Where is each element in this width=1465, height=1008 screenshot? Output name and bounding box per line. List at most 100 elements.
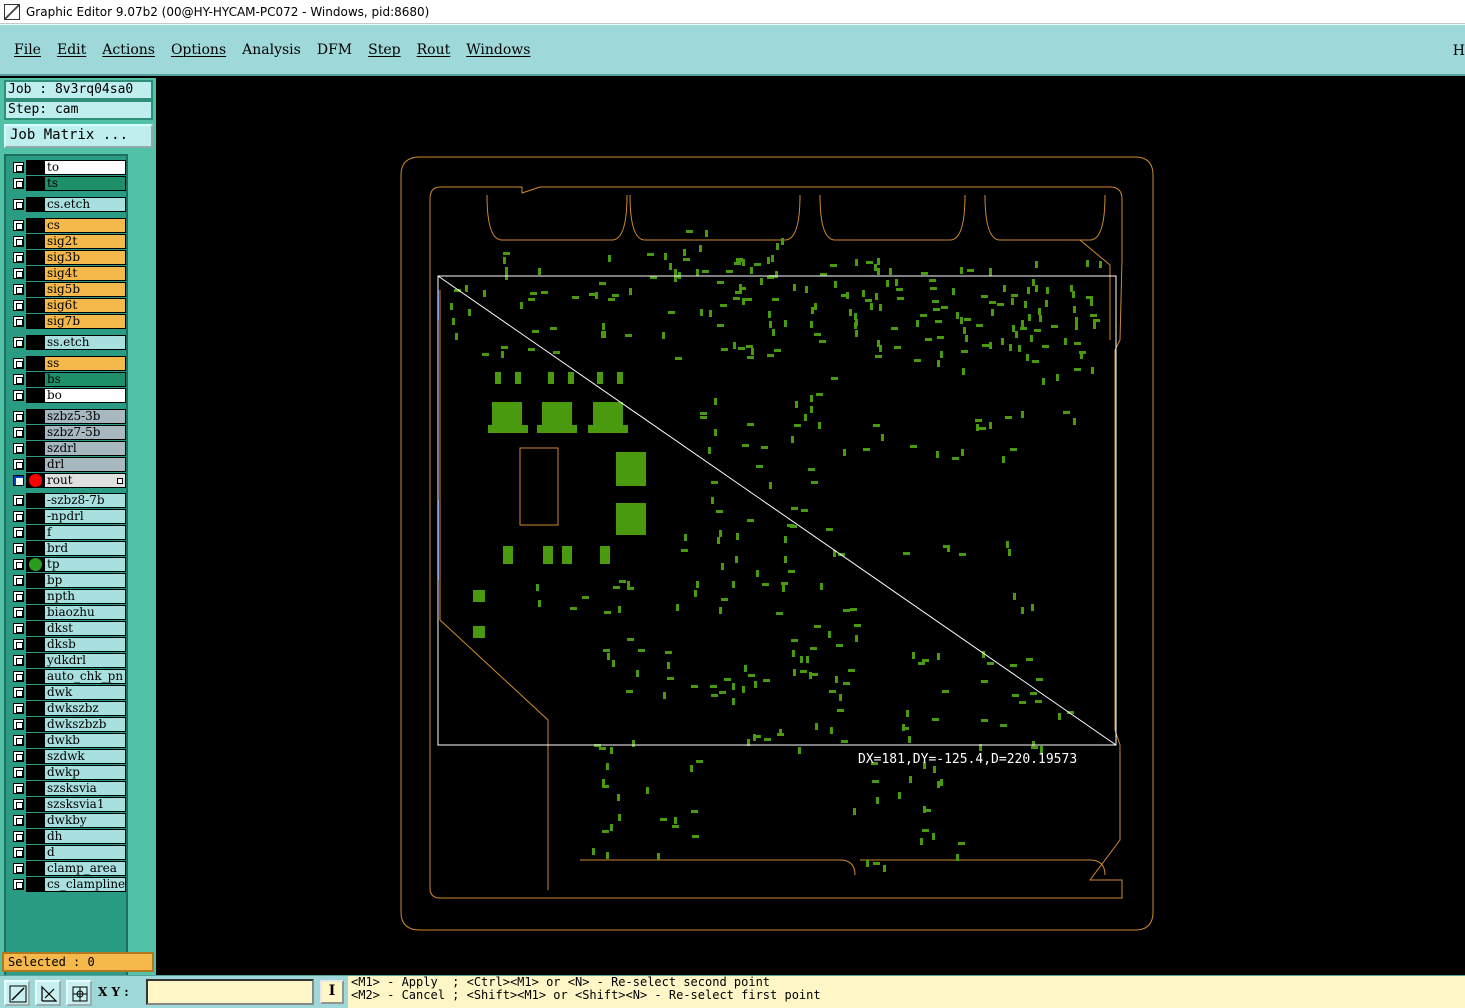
layer-name[interactable]: dksb [44, 637, 126, 652]
layer-name[interactable]: dkst [44, 621, 126, 636]
layer-color-swatch[interactable] [26, 197, 44, 212]
layer-row-dh[interactable]: dh [8, 829, 128, 844]
layer-row-dwkp[interactable]: dwkp [8, 765, 128, 780]
layer-color-swatch[interactable] [26, 573, 44, 588]
layer-checkbox[interactable] [13, 879, 24, 890]
layer-checkbox[interactable] [13, 316, 24, 327]
layer-color-swatch[interactable] [26, 861, 44, 876]
layer-name[interactable]: dh [44, 829, 126, 844]
layer-color-swatch[interactable] [26, 218, 44, 233]
layer-checkbox[interactable] [13, 252, 24, 263]
menu-analysis[interactable]: Analysis [234, 42, 309, 58]
layer-color-swatch[interactable] [26, 877, 44, 892]
layer-checkbox[interactable] [13, 511, 24, 522]
layer-row-d[interactable]: d [8, 845, 128, 860]
layer-row-clamp-area[interactable]: clamp_area [8, 861, 128, 876]
menu-step[interactable]: Step [360, 42, 408, 58]
menu-edit[interactable]: Edit [49, 42, 94, 58]
menu-help[interactable]: H [1453, 43, 1465, 59]
layer-row-ss-etch[interactable]: ss.etch [8, 335, 128, 350]
layer-color-swatch[interactable] [26, 234, 44, 249]
layer-name[interactable]: dwkszbz [44, 701, 126, 716]
layer-color-swatch[interactable] [26, 425, 44, 440]
layer-color-swatch[interactable] [26, 509, 44, 524]
layer-row-sig6t[interactable]: sig6t [8, 298, 128, 313]
layer-name[interactable]: cs [44, 218, 126, 233]
layer-checkbox[interactable] [13, 411, 24, 422]
layer-color-swatch[interactable] [26, 589, 44, 604]
layer-checkbox[interactable] [13, 815, 24, 826]
layer-color-swatch[interactable] [26, 541, 44, 556]
layer-name[interactable]: rout [44, 473, 126, 488]
layer-checkbox[interactable] [13, 799, 24, 810]
layer-row-dwkb[interactable]: dwkb [8, 733, 128, 748]
layer-checkbox[interactable] [13, 735, 24, 746]
layer-checkbox[interactable] [13, 783, 24, 794]
layer-name[interactable]: sig6t [44, 298, 126, 313]
layer-row-sig2t[interactable]: sig2t [8, 234, 128, 249]
layer-name[interactable]: -npdrl [44, 509, 126, 524]
xy-coordinate-input[interactable] [146, 979, 314, 1005]
layer-row-auto-chk-pn[interactable]: auto_chk_pn [8, 669, 128, 684]
layer-name[interactable]: ydkdrl [44, 653, 126, 668]
layer-row-dwkby[interactable]: dwkby [8, 813, 128, 828]
layer-name[interactable]: dwk [44, 685, 126, 700]
layer-color-swatch[interactable] [26, 298, 44, 313]
layer-checkbox[interactable] [13, 162, 24, 173]
layer-checkbox[interactable] [13, 427, 24, 438]
layer-row-dwkszbzb[interactable]: dwkszbzb [8, 717, 128, 732]
layer-color-swatch[interactable] [26, 653, 44, 668]
layer-name[interactable]: brd [44, 541, 126, 556]
layer-checkbox[interactable] [13, 495, 24, 506]
menu-actions[interactable]: Actions [94, 42, 163, 58]
layer-color-swatch[interactable] [26, 457, 44, 472]
layer-name[interactable]: cs.etch [44, 197, 126, 212]
layer-name[interactable]: sig4t [44, 266, 126, 281]
layer-row-bp[interactable]: bp [8, 573, 128, 588]
layer-color-swatch[interactable] [26, 282, 44, 297]
layer-name[interactable]: auto_chk_pn [44, 669, 126, 684]
layer-color-swatch[interactable] [26, 250, 44, 265]
layer-name[interactable]: dwkb [44, 733, 126, 748]
layer-name[interactable]: ss.etch [44, 335, 126, 350]
layer-color-swatch[interactable] [26, 621, 44, 636]
layer-checkbox[interactable] [13, 527, 24, 538]
layer-checkbox[interactable] [13, 475, 24, 486]
layer-checkbox[interactable] [13, 559, 24, 570]
layer-name[interactable]: szdwk [44, 749, 126, 764]
layer-color-swatch[interactable] [26, 493, 44, 508]
layer-name[interactable]: biaozhu [44, 605, 126, 620]
layer-name[interactable]: szsksvia [44, 781, 126, 796]
layer-color-swatch[interactable] [26, 605, 44, 620]
layer-checkbox[interactable] [13, 719, 24, 730]
layer-name[interactable]: cs_clampline [44, 877, 126, 892]
layer-color-swatch[interactable] [26, 409, 44, 424]
layer-color-swatch[interactable] [26, 314, 44, 329]
layer-checkbox[interactable] [13, 703, 24, 714]
layer-checkbox[interactable] [13, 655, 24, 666]
layer-color-swatch[interactable] [26, 372, 44, 387]
layer-name[interactable]: dwkp [44, 765, 126, 780]
layer-name[interactable]: szbz5-3b [44, 409, 126, 424]
layer-color-swatch[interactable] [26, 797, 44, 812]
layer-row-dwkszbz[interactable]: dwkszbz [8, 701, 128, 716]
layer-row-ss[interactable]: ss [8, 356, 128, 371]
layer-checkbox[interactable] [13, 199, 24, 210]
layer-row-cs-etch[interactable]: cs.etch [8, 197, 128, 212]
layer-row-ts[interactable]: ts [8, 176, 128, 191]
menu-dfm[interactable]: DFM [309, 42, 360, 58]
layer-color-swatch[interactable] [26, 160, 44, 175]
measure-tool-button[interactable] [35, 980, 61, 1006]
layer-name[interactable]: sig5b [44, 282, 126, 297]
layer-checkbox[interactable] [13, 639, 24, 650]
layer-color-swatch[interactable] [26, 749, 44, 764]
layer-row-drl[interactable]: drl [8, 457, 128, 472]
layer-row--szbz8-7b[interactable]: -szbz8-7b [8, 493, 128, 508]
board-view[interactable] [156, 78, 1465, 975]
graphic-canvas[interactable]: DX=181,DY=-125.4,D=220.19573 [156, 78, 1465, 975]
layer-name[interactable]: npth [44, 589, 126, 604]
layer-checkbox[interactable] [13, 443, 24, 454]
info-button[interactable]: I [320, 980, 344, 1004]
menu-rout[interactable]: Rout [409, 42, 459, 58]
layer-color-swatch[interactable] [26, 176, 44, 191]
